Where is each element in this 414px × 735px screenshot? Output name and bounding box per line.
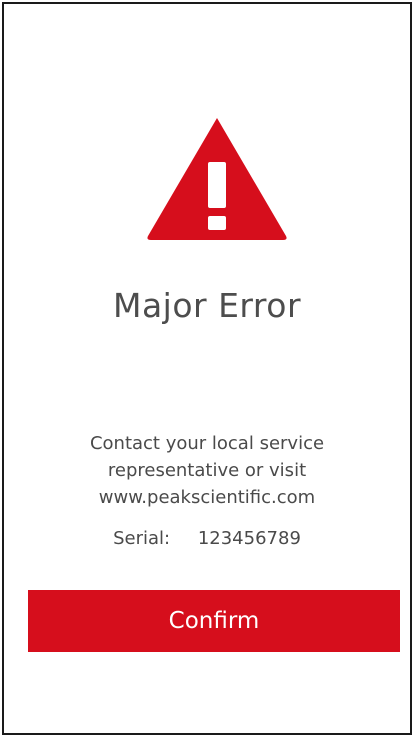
warning-triangle-icon (147, 118, 287, 240)
serial-row: Serial: 123456789 (4, 528, 410, 549)
serial-label: Serial: (113, 528, 171, 549)
error-message: Contact your local service representativ… (4, 430, 410, 511)
message-line: Contact your local service (89, 433, 325, 454)
serial-value: 123456789 (197, 528, 301, 549)
message-line: representative or visit (107, 460, 307, 481)
website-link-text: www.peakscientific.com (98, 487, 316, 508)
confirm-button[interactable]: Confirm (28, 590, 400, 652)
error-title: Major Error (112, 286, 302, 325)
error-dialog: Major Error Contact your local service r… (2, 2, 412, 735)
